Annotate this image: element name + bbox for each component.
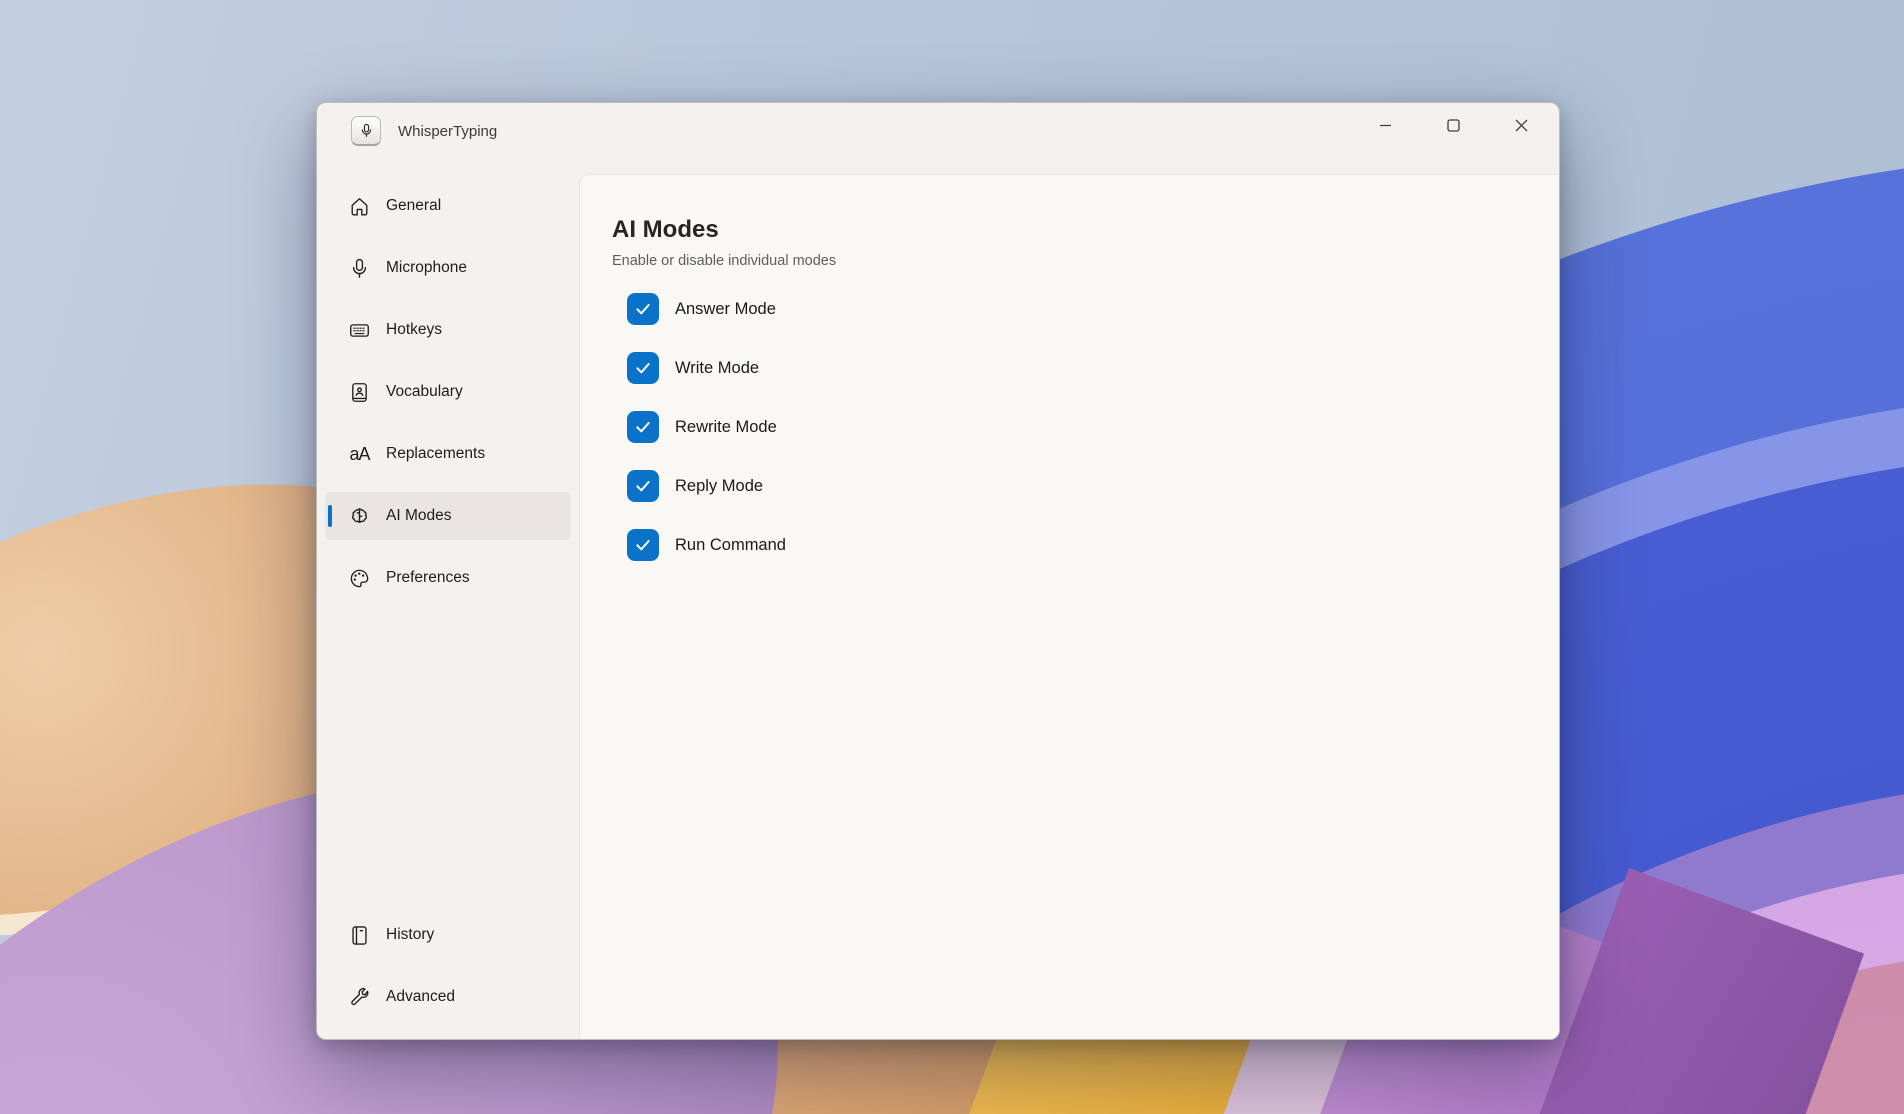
selected-accent-pill bbox=[328, 505, 332, 527]
keyboard-icon bbox=[347, 318, 372, 343]
rewrite-mode-checkbox[interactable] bbox=[627, 411, 659, 443]
window-title: WhisperTyping bbox=[398, 123, 497, 140]
sidebar-item-label: Advanced bbox=[386, 988, 455, 1006]
sidebar-item-replacements[interactable]: aA Replacements bbox=[325, 430, 571, 478]
desktop-wallpaper: WhisperTyping General bbox=[0, 0, 1904, 1114]
maximize-icon bbox=[1447, 119, 1460, 132]
sidebar-item-hotkeys[interactable]: Hotkeys bbox=[325, 306, 571, 354]
sidebar-item-label: AI Modes bbox=[386, 507, 451, 525]
sidebar-spacer bbox=[325, 616, 571, 911]
checkmark-icon bbox=[633, 535, 653, 555]
mode-row-reply: Reply Mode bbox=[627, 470, 1559, 502]
sidebar-nav: General Microphone Hotkeys Vocabulary bbox=[317, 159, 579, 1039]
mode-label: Reply Mode bbox=[675, 477, 763, 496]
write-mode-checkbox[interactable] bbox=[627, 352, 659, 384]
sidebar-item-label: Microphone bbox=[386, 259, 467, 277]
text-case-icon: aA bbox=[347, 442, 372, 467]
sidebar-item-vocabulary[interactable]: Vocabulary bbox=[325, 368, 571, 416]
brain-icon bbox=[347, 504, 372, 529]
wrench-icon bbox=[347, 985, 372, 1010]
mode-row-answer: Answer Mode bbox=[627, 293, 1559, 325]
sidebar-item-label: History bbox=[386, 926, 434, 944]
palette-icon bbox=[347, 566, 372, 591]
microphone-icon bbox=[358, 122, 375, 139]
minimize-icon bbox=[1379, 119, 1392, 132]
sidebar-item-history[interactable]: History bbox=[325, 911, 571, 959]
mode-label: Run Command bbox=[675, 536, 786, 555]
mode-label: Answer Mode bbox=[675, 300, 776, 319]
close-icon bbox=[1515, 119, 1528, 132]
page-subtitle: Enable or disable individual modes bbox=[612, 253, 1559, 269]
close-button[interactable] bbox=[1493, 105, 1549, 145]
sidebar-item-preferences[interactable]: Preferences bbox=[325, 554, 571, 602]
sidebar-item-label: Preferences bbox=[386, 569, 470, 587]
sidebar-item-label: General bbox=[386, 197, 441, 215]
app-window: WhisperTyping General bbox=[316, 102, 1560, 1040]
checkmark-icon bbox=[633, 476, 653, 496]
main-panel: AI Modes Enable or disable individual mo… bbox=[579, 174, 1559, 1039]
microphone-icon bbox=[347, 256, 372, 281]
caption-controls bbox=[1357, 105, 1549, 145]
sidebar-item-label: Hotkeys bbox=[386, 321, 442, 339]
history-book-icon bbox=[347, 923, 372, 948]
reply-mode-checkbox[interactable] bbox=[627, 470, 659, 502]
app-icon bbox=[351, 116, 381, 146]
maximize-button[interactable] bbox=[1425, 105, 1481, 145]
page-title: AI Modes bbox=[612, 216, 1559, 244]
sidebar-item-general[interactable]: General bbox=[325, 182, 571, 230]
sidebar-item-advanced[interactable]: Advanced bbox=[325, 973, 571, 1021]
mode-list: Answer Mode Write Mode Rewrite Mode bbox=[627, 293, 1559, 561]
answer-mode-checkbox[interactable] bbox=[627, 293, 659, 325]
checkmark-icon bbox=[633, 358, 653, 378]
home-icon bbox=[347, 194, 372, 219]
sidebar-item-label: Vocabulary bbox=[386, 383, 463, 401]
run-command-checkbox[interactable] bbox=[627, 529, 659, 561]
minimize-button[interactable] bbox=[1357, 105, 1413, 145]
checkmark-icon bbox=[633, 299, 653, 319]
contact-book-icon bbox=[347, 380, 372, 405]
sidebar-item-microphone[interactable]: Microphone bbox=[325, 244, 571, 292]
mode-label: Rewrite Mode bbox=[675, 418, 777, 437]
mode-row-rewrite: Rewrite Mode bbox=[627, 411, 1559, 443]
titlebar[interactable]: WhisperTyping bbox=[317, 103, 1559, 159]
mode-label: Write Mode bbox=[675, 359, 759, 378]
sidebar-item-label: Replacements bbox=[386, 445, 485, 463]
checkmark-icon bbox=[633, 417, 653, 437]
sidebar-item-ai-modes[interactable]: AI Modes bbox=[325, 492, 571, 540]
mode-row-run-command: Run Command bbox=[627, 529, 1559, 561]
mode-row-write: Write Mode bbox=[627, 352, 1559, 384]
